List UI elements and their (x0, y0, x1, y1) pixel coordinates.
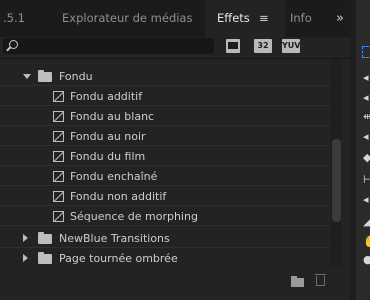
tree-effect-item[interactable]: Fondu au blanc (0, 107, 330, 126)
divider (0, 58, 350, 59)
tree-item-label: Fondu enchaîné (70, 170, 158, 183)
effect-icon (53, 91, 64, 102)
tree-effect-item[interactable]: Fondu du film (0, 147, 330, 166)
ripple-edit-tool-icon[interactable]: ◂ (363, 92, 369, 103)
search-input[interactable] (3, 38, 214, 54)
effect-icon (53, 171, 64, 182)
pen-tool-icon[interactable]: ◢ (363, 216, 370, 227)
tab-effects[interactable]: Effets ≡ (205, 0, 285, 37)
tab-overflow-icon[interactable]: » (336, 0, 344, 37)
tree-item-label: NewBlue Transitions (59, 232, 170, 245)
tree-item-label: Fondu non additif (70, 190, 167, 203)
tree-effect-item[interactable]: Fondu additif (0, 87, 330, 106)
disclosure-expanded-icon[interactable] (23, 74, 31, 79)
tab-effects-label: Effets (217, 11, 250, 25)
track-select-tool-icon[interactable]: ◂ (363, 72, 369, 83)
panel-menu-icon[interactable]: ≡ (259, 0, 269, 37)
accelerated-effects-filter-button[interactable] (226, 39, 240, 53)
hand-tool-icon[interactable]: ✋ (363, 236, 370, 247)
yuv-filter-button[interactable]: YUV (282, 39, 300, 53)
tree-effect-item[interactable]: Fondu au noir (0, 127, 330, 146)
tree-folder-newblue-transitions[interactable]: NewBlue Transitions (0, 229, 330, 248)
tree-folder-fondu[interactable]: Fondu (0, 67, 330, 86)
rate-stretch-tool-icon[interactable]: ◂ (363, 131, 369, 142)
zoom-tool-icon[interactable]: ● (363, 254, 370, 265)
tree-effect-item[interactable]: Fondu enchaîné (0, 167, 330, 186)
search-icon (9, 40, 18, 49)
selection-tool-icon[interactable] (362, 46, 370, 58)
tree-item-label: Fondu au blanc (70, 110, 155, 123)
tree-item-label: Fondu (59, 70, 93, 83)
effect-icon (53, 151, 64, 162)
tab-audio-mixer[interactable]: .5.1 (3, 0, 25, 37)
tab-media-browser[interactable]: Explorateur de médias (62, 0, 192, 37)
folder-icon (38, 70, 52, 82)
razor-tool-icon[interactable]: ◆ (363, 152, 370, 163)
tree-effect-item[interactable]: Séquence de morphing (0, 207, 330, 226)
tree-effect-item[interactable]: Fondu non additif (0, 187, 330, 206)
scrollbar-thumb[interactable] (332, 139, 341, 222)
32bit-filter-button[interactable]: 32 (254, 39, 272, 53)
tree-item-label: Fondu au noir (70, 130, 146, 143)
slide-tool-icon[interactable]: ◂ (363, 194, 369, 205)
trash-icon[interactable] (315, 274, 326, 286)
effect-icon (53, 191, 64, 202)
effect-icon (53, 131, 64, 142)
slip-tool-icon[interactable]: ⊢ (363, 174, 370, 185)
tree-item-label: Fondu du film (70, 150, 146, 163)
effect-icon (53, 211, 64, 222)
folder-icon (38, 232, 52, 244)
disclosure-collapsed-icon[interactable] (23, 254, 28, 262)
new-bin-icon[interactable] (291, 276, 304, 287)
effect-icon (53, 111, 64, 122)
rolling-edit-tool-icon[interactable]: ⇹ (363, 111, 370, 122)
accelerated-effects-icon (228, 42, 238, 49)
tree-item-label: Fondu additif (70, 90, 143, 103)
tab-info[interactable]: Info (290, 0, 312, 37)
tab-bar: .5.1 Explorateur de médias Effets ≡ Info… (0, 0, 350, 37)
tree-item-label: Séquence de morphing (70, 210, 198, 223)
disclosure-collapsed-icon[interactable] (23, 234, 28, 242)
folder-icon (38, 252, 52, 264)
